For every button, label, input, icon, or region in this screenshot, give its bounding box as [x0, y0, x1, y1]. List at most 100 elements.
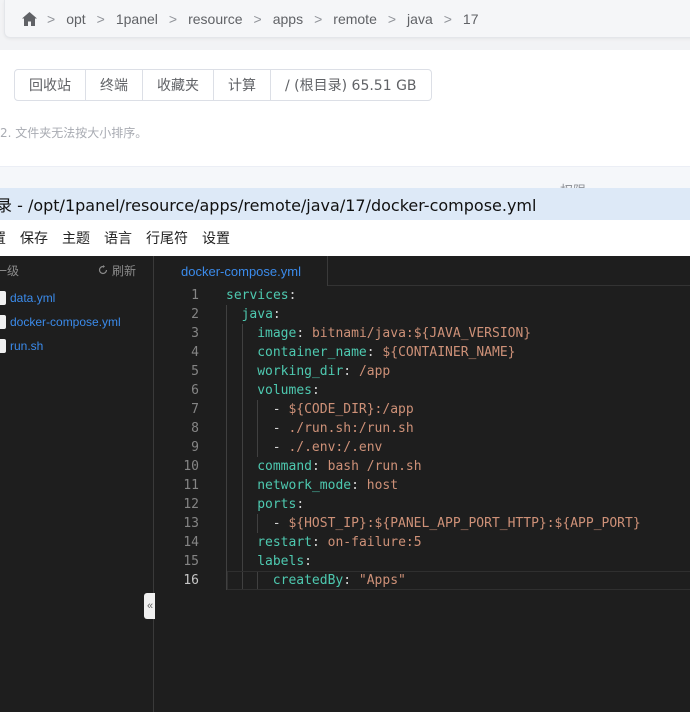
menu-config[interactable]: 置: [0, 228, 6, 248]
code-line: 16 createdBy: "Apps": [155, 571, 690, 590]
breadcrumb-separator: >: [314, 10, 323, 27]
breadcrumb-separator: >: [443, 10, 452, 27]
breadcrumb-item-opt[interactable]: opt: [66, 11, 85, 27]
yaml-key: java: [241, 307, 273, 322]
yaml-value: ./.env:/.env: [288, 440, 383, 455]
menu-language[interactable]: 语言: [104, 228, 132, 248]
yaml-punct: -: [272, 516, 289, 531]
breadcrumb-item-remote[interactable]: remote: [333, 11, 377, 27]
code-line: 5 working_dir: /app: [155, 362, 690, 381]
code-line: 15 labels:: [155, 552, 690, 571]
line-number: 1: [191, 288, 199, 303]
tab-docker-compose-yml[interactable]: docker-compose.yml: [155, 256, 328, 286]
code-line: 8 - ./run.sh:/run.sh: [155, 419, 690, 438]
yaml-value: bash /run.sh: [327, 459, 422, 474]
breadcrumb-separator: >: [387, 10, 397, 27]
yaml-punct: :: [343, 364, 359, 379]
file-name: data.yml: [10, 291, 56, 305]
explorer-header: 一级 刷新: [0, 256, 153, 284]
menu-save[interactable]: 保存: [20, 228, 48, 248]
code-text: working_dir: /app: [257, 362, 390, 381]
code-text: container_name: ${CONTAINER_NAME}: [257, 343, 515, 362]
yaml-value: ${CONTAINER_NAME}: [382, 345, 516, 360]
toolbar-button-group: 回收站 终端 收藏夹 计算 / (根目录) 65.51 GB: [14, 69, 432, 101]
sort-hint: 2. 文件夹无法按大小排序。: [0, 126, 148, 140]
yaml-punct: :: [366, 345, 383, 360]
code-line: 4 container_name: ${CONTAINER_NAME}: [155, 343, 690, 362]
root-disk-usage-button[interactable]: / (根目录) 65.51 GB: [271, 70, 431, 100]
file-icon: [0, 315, 6, 329]
yaml-value: host: [366, 478, 399, 493]
code-line: 6 volumes:: [155, 381, 690, 400]
breadcrumb-item-apps[interactable]: apps: [273, 11, 303, 27]
code-text: restart: on-failure:5: [257, 533, 421, 552]
code-line: 1 services:: [155, 286, 690, 305]
breadcrumb-separator: >: [96, 10, 105, 27]
file-name: run.sh: [10, 339, 44, 353]
code-line: 12 ports:: [155, 495, 690, 514]
yaml-key: volumes: [257, 383, 312, 398]
line-number: 14: [183, 535, 199, 550]
go-up-button[interactable]: 一级: [0, 262, 19, 279]
code-text: - ./.env:/.env: [273, 438, 383, 457]
menu-settings[interactable]: 设置: [202, 228, 230, 248]
yaml-value: on-failure:5: [327, 535, 422, 550]
breadcrumb-separator: >: [253, 10, 262, 27]
breadcrumb-item-1panel[interactable]: 1panel: [116, 11, 158, 27]
editor-menu-bar: 置 保存 主题 语言 行尾符 设置: [0, 220, 690, 256]
code-editor[interactable]: 1 services: 2 java: 3 image: bitnami/java:${J…: [155, 286, 690, 712]
yaml-key: container_name: [257, 345, 367, 360]
dialog-title-text: 录 - /opt/1panel/resource/apps/remote/jav…: [0, 196, 537, 215]
yaml-value: ./run.sh:/run.sh: [288, 421, 414, 436]
yaml-punct: :: [304, 554, 312, 569]
line-number: 4: [191, 345, 199, 360]
yaml-key: createdBy: [272, 573, 344, 588]
yaml-key: ports: [257, 497, 297, 512]
line-number: 2: [191, 307, 199, 322]
line-number: 5: [191, 364, 199, 379]
double-chevron-left-icon: «: [146, 600, 154, 612]
code-text: ports:: [257, 495, 304, 514]
file-explorer-panel: 一级 刷新 data.yml docker-compose.yml run.sh…: [0, 256, 156, 712]
code-text: image: bitnami/java:${JAVA_VERSION}: [257, 324, 531, 343]
yaml-key: services: [226, 288, 289, 303]
menu-line-ending[interactable]: 行尾符: [146, 228, 188, 248]
refresh-button[interactable]: 刷新: [98, 262, 136, 279]
file-item-docker-compose-yml[interactable]: docker-compose.yml: [0, 312, 121, 332]
yaml-key: labels: [257, 554, 305, 569]
code-text: - ./run.sh:/run.sh: [273, 419, 414, 438]
breadcrumb-separator: >: [47, 10, 56, 27]
breadcrumb-separator: >: [168, 10, 178, 27]
code-text: command: bash /run.sh: [257, 457, 421, 476]
line-number: 10: [183, 459, 199, 474]
file-item-data-yml[interactable]: data.yml: [0, 288, 55, 308]
breadcrumb-item-17[interactable]: 17: [463, 11, 479, 27]
code-line: 3 image: bitnami/java:${JAVA_VERSION}: [155, 324, 690, 343]
terminal-button[interactable]: 终端: [86, 70, 143, 100]
editor-tab-bar: docker-compose.yml: [155, 256, 690, 286]
file-icon: [0, 339, 6, 353]
breadcrumb: > opt > 1panel > resource > apps > remot…: [4, 0, 690, 38]
yaml-punct: :: [288, 288, 297, 303]
yaml-key: working_dir: [257, 364, 344, 379]
code-text: services:: [226, 286, 296, 305]
yaml-key: image: [257, 326, 297, 341]
line-number: 11: [183, 478, 199, 493]
favorites-button[interactable]: 收藏夹: [143, 70, 214, 100]
yaml-punct: :: [272, 307, 281, 322]
file-list-card: 回收站 终端 收藏夹 计算 / (根目录) 65.51 GB 2. 文件夹无法按…: [0, 50, 690, 206]
yaml-punct: :: [296, 326, 312, 341]
code-line: 9 - ./.env:/.env: [155, 438, 690, 457]
code-text: createdBy: "Apps": [273, 571, 406, 590]
recycle-bin-button[interactable]: 回收站: [15, 70, 86, 100]
breadcrumb-item-resource[interactable]: resource: [188, 11, 242, 27]
breadcrumb-item-java[interactable]: java: [407, 11, 433, 27]
file-item-run-sh[interactable]: run.sh: [0, 336, 43, 356]
yaml-punct: :: [311, 535, 328, 550]
line-number: 6: [191, 383, 199, 398]
line-number: 8: [191, 421, 199, 436]
home-icon[interactable]: [19, 9, 39, 29]
menu-theme[interactable]: 主题: [62, 228, 90, 248]
yaml-value: "Apps": [358, 573, 406, 588]
calculate-button[interactable]: 计算: [214, 70, 271, 100]
